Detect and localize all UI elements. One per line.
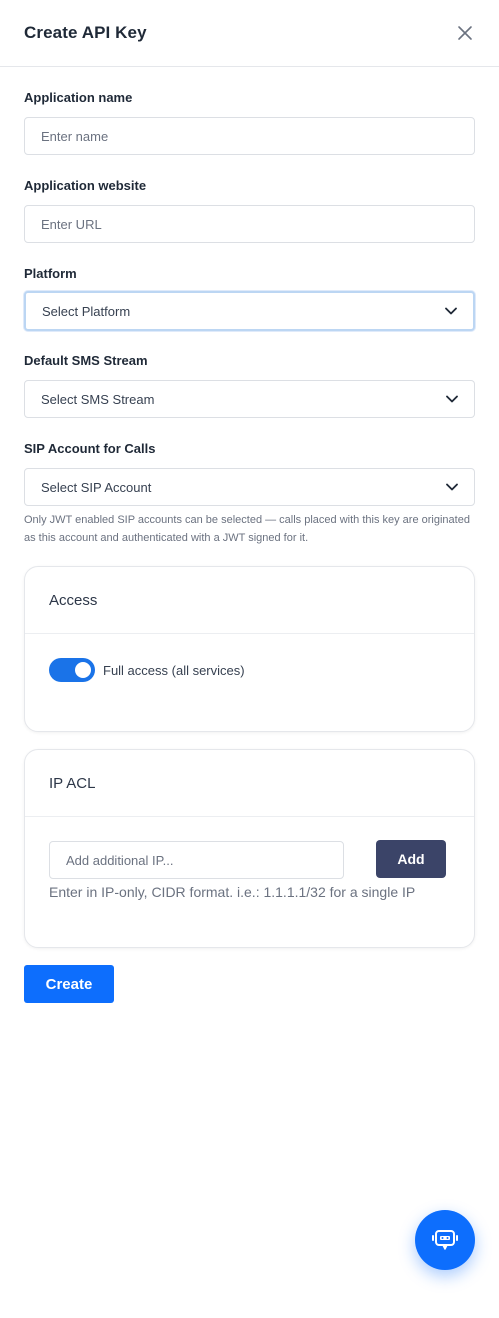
ip-acl-help: Enter in IP-only, CIDR format. i.e.: 1.1… <box>49 884 416 900</box>
sip-account-select-value: Select SIP Account <box>41 479 152 495</box>
sms-stream-label: Default SMS Stream <box>24 353 148 368</box>
sms-stream-select[interactable]: Select SMS Stream <box>24 380 475 418</box>
chevron-down-icon <box>445 305 457 317</box>
add-ip-button[interactable]: Add <box>376 840 446 878</box>
sms-stream-select-value: Select SMS Stream <box>41 391 155 407</box>
sip-account-help-line: as this account and authenticated with a… <box>24 532 309 544</box>
ip-acl-card-title: IP ACL <box>25 750 474 817</box>
chevron-down-icon <box>446 393 458 405</box>
sip-account-help-line: Only JWT enabled SIP accounts can be sel… <box>24 514 470 526</box>
create-button[interactable]: Create <box>24 965 114 1003</box>
full-access-label: Full access (all services) <box>103 662 245 678</box>
modal-header: Create API Key <box>0 0 499 67</box>
app-website-input[interactable] <box>24 205 475 243</box>
access-card: Access Full access (all services) <box>24 566 475 732</box>
chevron-down-icon <box>446 481 458 493</box>
platform-select-value: Select Platform <box>42 303 131 319</box>
toggle-knob <box>75 662 91 678</box>
ip-acl-card: IP ACL Add Enter in IP-only, CIDR format… <box>24 749 475 948</box>
ip-address-input[interactable] <box>49 841 344 879</box>
platform-label: Platform <box>24 266 77 281</box>
chat-button[interactable] <box>415 1210 475 1270</box>
chat-bot-icon <box>432 1230 458 1250</box>
full-access-row: Full access (all services) <box>49 658 245 682</box>
sip-account-label: SIP Account for Calls <box>24 441 156 456</box>
close-icon <box>458 26 472 40</box>
sip-account-select[interactable]: Select SIP Account <box>24 468 475 506</box>
full-access-toggle[interactable] <box>49 658 95 682</box>
sip-account-help: Only JWT enabled SIP accounts can be sel… <box>24 511 476 547</box>
app-name-label: Application name <box>24 90 133 105</box>
modal-title: Create API Key <box>24 23 147 42</box>
platform-select[interactable]: Select Platform <box>24 291 475 331</box>
access-card-title: Access <box>25 567 474 634</box>
close-button[interactable] <box>455 23 475 43</box>
app-name-input[interactable] <box>24 117 475 155</box>
app-website-label: Application website <box>24 178 147 193</box>
